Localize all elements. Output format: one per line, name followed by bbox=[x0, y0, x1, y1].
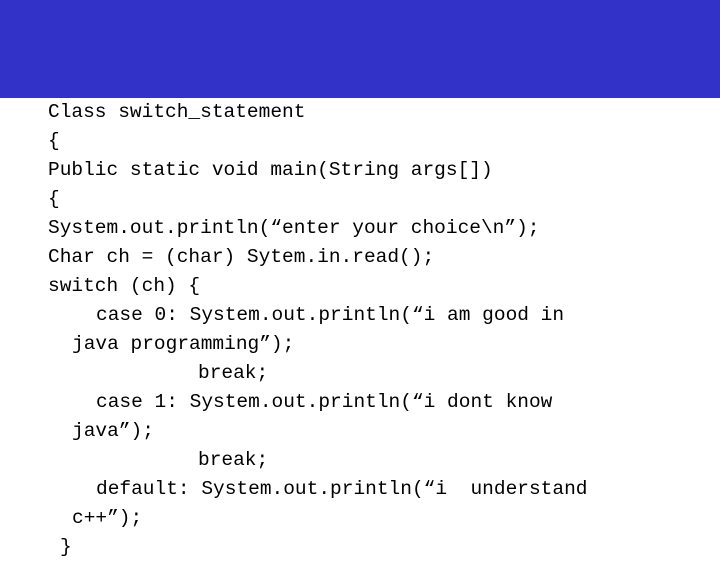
code-line: case 1: System.out.println(“i dont know bbox=[96, 391, 553, 413]
code-line: java”); bbox=[72, 420, 154, 442]
code-line: default: System.out.println(“i understan… bbox=[96, 478, 588, 500]
code-line: System.out.println(“enter your choice\n”… bbox=[48, 217, 540, 239]
code-line: break; bbox=[198, 449, 269, 471]
title-banner bbox=[0, 0, 720, 98]
code-line: Class switch_statement bbox=[48, 101, 306, 123]
code-line: { bbox=[48, 130, 60, 152]
code-line: java programming”); bbox=[72, 333, 295, 355]
code-line: c++”); bbox=[72, 507, 143, 529]
code-line: break; bbox=[198, 362, 269, 384]
code-line: Char ch = (char) Sytem.in.read(); bbox=[48, 246, 435, 268]
code-block: Class switch_statement { Public static voi… bbox=[0, 98, 720, 558]
code-line: { bbox=[48, 188, 60, 210]
code-line: switch (ch) { bbox=[48, 275, 201, 297]
code-line: } bbox=[60, 536, 72, 558]
code-line: Public static void main(String args[]) bbox=[48, 159, 493, 181]
slide-canvas: Class switch_statement { Public static voi… bbox=[0, 0, 720, 558]
code-line: case 0: System.out.println(“i am good in bbox=[96, 304, 565, 326]
